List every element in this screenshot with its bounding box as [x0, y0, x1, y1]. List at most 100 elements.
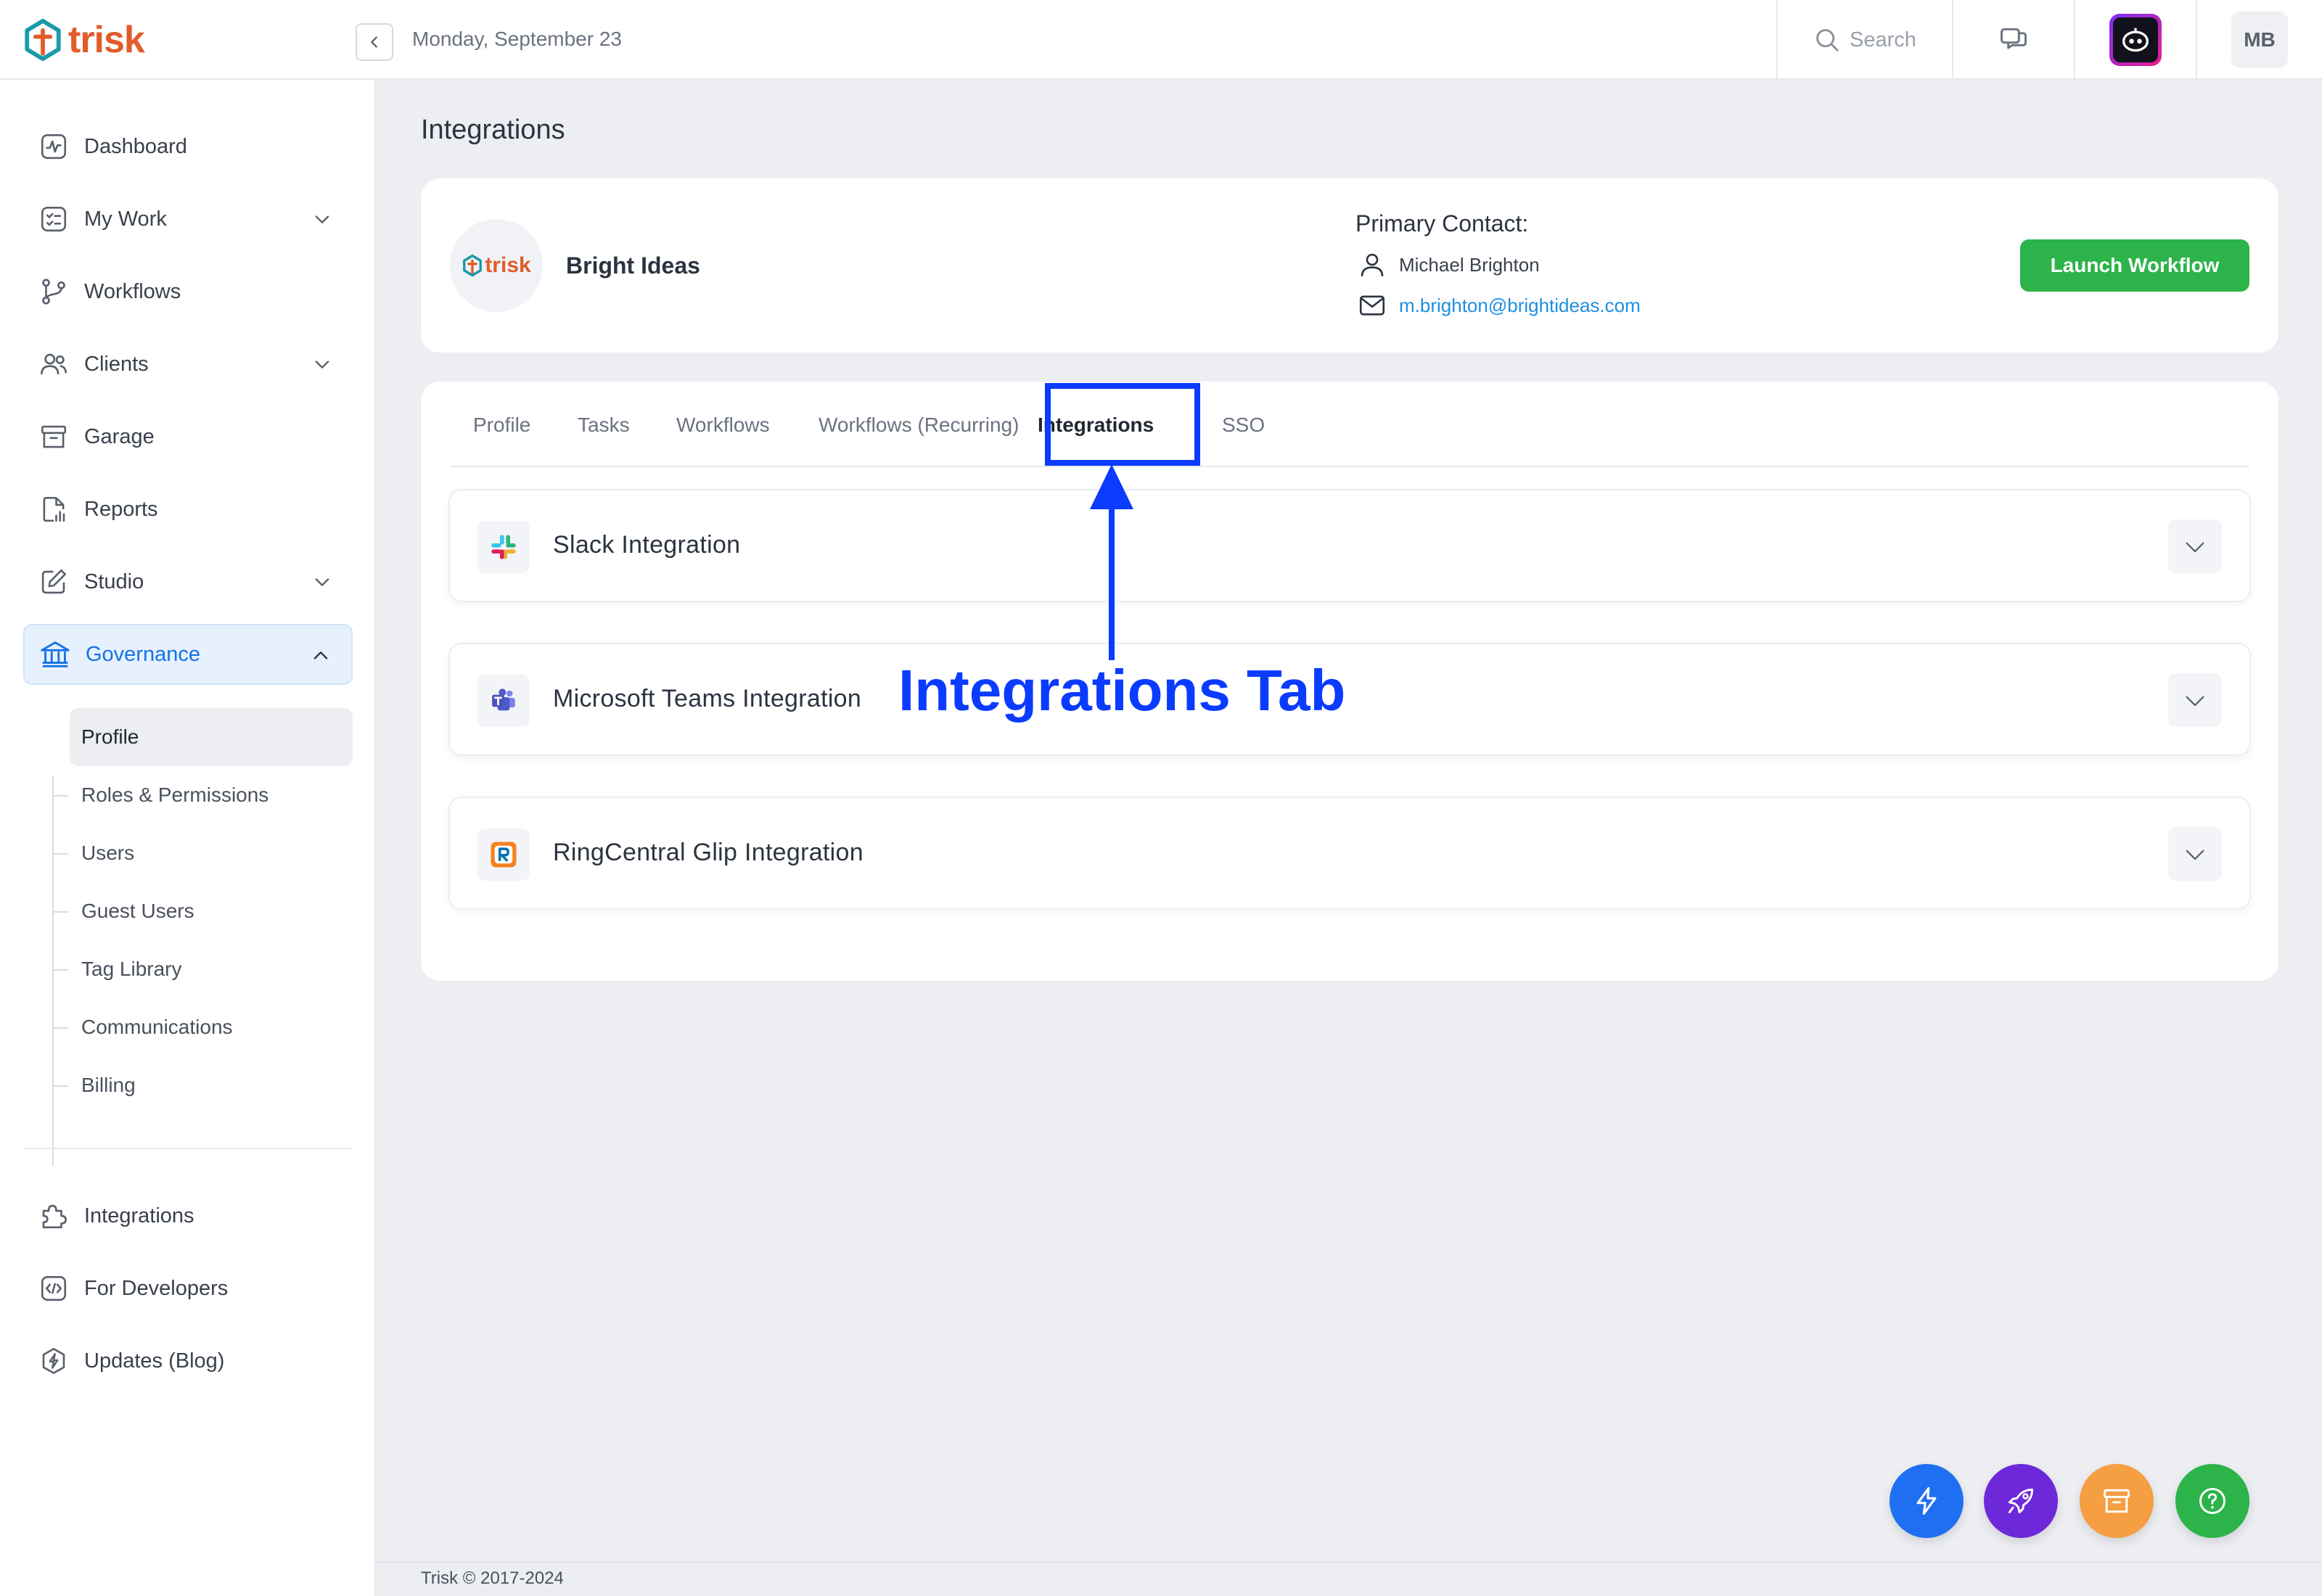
submenu-tick — [54, 911, 68, 913]
user-icon — [1361, 253, 1384, 276]
sidebar-subitem-tag-library[interactable]: Tag Library — [70, 940, 353, 998]
archive-icon — [2104, 1489, 2130, 1513]
teams-icon — [477, 675, 530, 727]
ringcentral-integration-panel[interactable]: RingCentral Glip Integration — [448, 797, 2251, 910]
slack-integration-panel[interactable]: Slack Integration — [448, 489, 2251, 602]
sidebar-item-label: Updates (Blog) — [84, 1349, 225, 1373]
chevron-down-icon — [2186, 850, 2204, 860]
quick-action-button[interactable] — [1890, 1464, 1964, 1538]
sidebar-item-label: Workflows — [84, 279, 181, 303]
contact-email-row: m.brighton@brightideas.com — [1357, 290, 1641, 321]
launch-rocket-button[interactable] — [1984, 1464, 2058, 1538]
sidebar-item-workflows[interactable]: Workflows — [23, 261, 353, 322]
primary-contact-title: Primary Contact: — [1355, 210, 1529, 236]
ringcentral-icon — [477, 828, 530, 881]
contact-email-link[interactable]: m.brighton@brightideas.com — [1399, 295, 1641, 317]
sidebar-item-reports[interactable]: Reports — [23, 479, 353, 540]
lightning-icon — [1916, 1487, 1937, 1515]
logo-text: trisk — [68, 19, 145, 61]
teams-integration-panel[interactable]: Microsoft Teams Integration — [448, 643, 2251, 756]
help-icon — [2199, 1488, 2225, 1514]
sidebar-item-label: Garage — [84, 424, 155, 448]
sidebar-subitem-label: Profile — [81, 725, 139, 748]
sidebar-item-dashboard[interactable]: Dashboard — [23, 116, 353, 177]
archive-button[interactable] — [2080, 1464, 2154, 1538]
collapse-sidebar-button[interactable] — [356, 23, 393, 61]
submenu-tick — [54, 1027, 68, 1029]
chevron-down-icon[interactable] — [312, 209, 332, 229]
sidebar-subitem-guest-users[interactable]: Guest Users — [70, 882, 353, 940]
ai-assistant-button[interactable] — [2074, 0, 2196, 80]
trisk-logo[interactable]: trisk — [22, 16, 145, 64]
trisk-logo-icon — [25, 19, 61, 61]
sidebar-item-label: Governance — [86, 642, 200, 666]
tab-profile[interactable]: Profile — [473, 414, 530, 437]
sidebar-subitem-billing[interactable]: Billing — [70, 1056, 353, 1114]
sidebar-item-label: Studio — [84, 569, 144, 593]
sidebar-subitem-label: Communications — [81, 1016, 233, 1038]
chevron-down-icon — [2186, 696, 2204, 707]
chevron-down-icon[interactable] — [312, 572, 332, 592]
sidebar-item-label: Reports — [84, 497, 158, 521]
robot-icon — [2109, 14, 2162, 66]
sidebar-item-studio[interactable]: Studio — [23, 551, 353, 612]
tab-bar: Profile Tasks Workflows Workflows (Recur… — [450, 382, 2249, 467]
sidebar-item-my-work[interactable]: My Work — [23, 189, 353, 250]
contact-name-row: Michael Brighton — [1357, 250, 1540, 280]
slack-icon — [477, 521, 530, 573]
sidebar-item-label: Clients — [84, 352, 149, 376]
sidebar-item-updates-blog[interactable]: Updates (Blog) — [23, 1330, 353, 1391]
org-logo-text: trisk — [485, 253, 531, 277]
sidebar-item-integrations[interactable]: Integrations — [23, 1185, 353, 1246]
sidebar-subitem-label: Users — [81, 842, 135, 864]
trisk-logo-icon — [463, 254, 483, 277]
sidebar-item-for-developers[interactable]: For Developers — [23, 1258, 353, 1319]
expand-button[interactable] — [2168, 673, 2222, 727]
tab-workflows-recurring[interactable]: Workflows (Recurring) — [819, 414, 1019, 437]
expand-button[interactable] — [2168, 519, 2222, 573]
submenu-tick — [54, 1085, 68, 1087]
sidebar-subitem-label: Roles & Permissions — [81, 783, 269, 806]
annotation-highlight-box — [1045, 383, 1200, 466]
tab-tasks[interactable]: Tasks — [578, 414, 630, 437]
integration-label: Slack Integration — [553, 531, 741, 559]
sidebar-item-governance[interactable]: Governance — [23, 624, 353, 685]
sidebar-subitem-users[interactable]: Users — [70, 824, 353, 882]
chevron-up-icon[interactable] — [311, 646, 331, 666]
user-menu-button[interactable]: MB — [2196, 0, 2322, 80]
mail-icon — [1359, 295, 1385, 316]
code-icon — [36, 1271, 71, 1306]
search-icon — [1816, 29, 1839, 52]
tab-workflows[interactable]: Workflows — [676, 414, 770, 437]
chat-bubbles-icon — [2001, 28, 2027, 49]
tab-sso[interactable]: SSO — [1222, 414, 1265, 437]
sidebar-subitem-roles-permissions[interactable]: Roles & Permissions — [70, 766, 353, 824]
sidebar-item-garage[interactable]: Garage — [23, 406, 353, 467]
sidebar-item-clients[interactable]: Clients — [23, 334, 353, 395]
messages-button[interactable] — [1952, 0, 2074, 80]
launch-workflow-button[interactable]: Launch Workflow — [2020, 239, 2249, 292]
submenu-tick — [54, 795, 68, 797]
annotation-label: Integrations Tab — [898, 658, 1346, 723]
sidebar-subitem-label: Tag Library — [81, 958, 182, 980]
checklist-icon — [36, 202, 71, 236]
help-button[interactable] — [2175, 1464, 2249, 1538]
dashboard-icon — [36, 129, 71, 164]
sidebar-item-label: Dashboard — [84, 134, 187, 158]
bank-icon — [38, 637, 73, 672]
chevron-down-icon[interactable] — [312, 354, 332, 374]
sidebar-subitem-profile[interactable]: Profile — [70, 708, 353, 766]
page-title: Integrations — [421, 115, 565, 145]
integrations-card: Profile Tasks Workflows Workflows (Recur… — [421, 382, 2278, 981]
archive-box-icon — [36, 419, 71, 454]
expand-button[interactable] — [2168, 827, 2222, 881]
workflow-branch-icon — [36, 274, 71, 309]
sidebar-item-label: My Work — [84, 207, 167, 231]
submenu-tick — [54, 969, 68, 971]
current-date: Monday, September 23 — [412, 28, 622, 50]
organization-header-card: trisk Bright Ideas Primary Contact: Mich… — [421, 178, 2278, 353]
contact-name: Michael Brighton — [1399, 253, 1540, 276]
sidebar-subitem-communications[interactable]: Communications — [70, 998, 353, 1056]
sidebar-subitem-label: Billing — [81, 1074, 136, 1096]
search-button[interactable]: Search — [1776, 0, 1952, 80]
